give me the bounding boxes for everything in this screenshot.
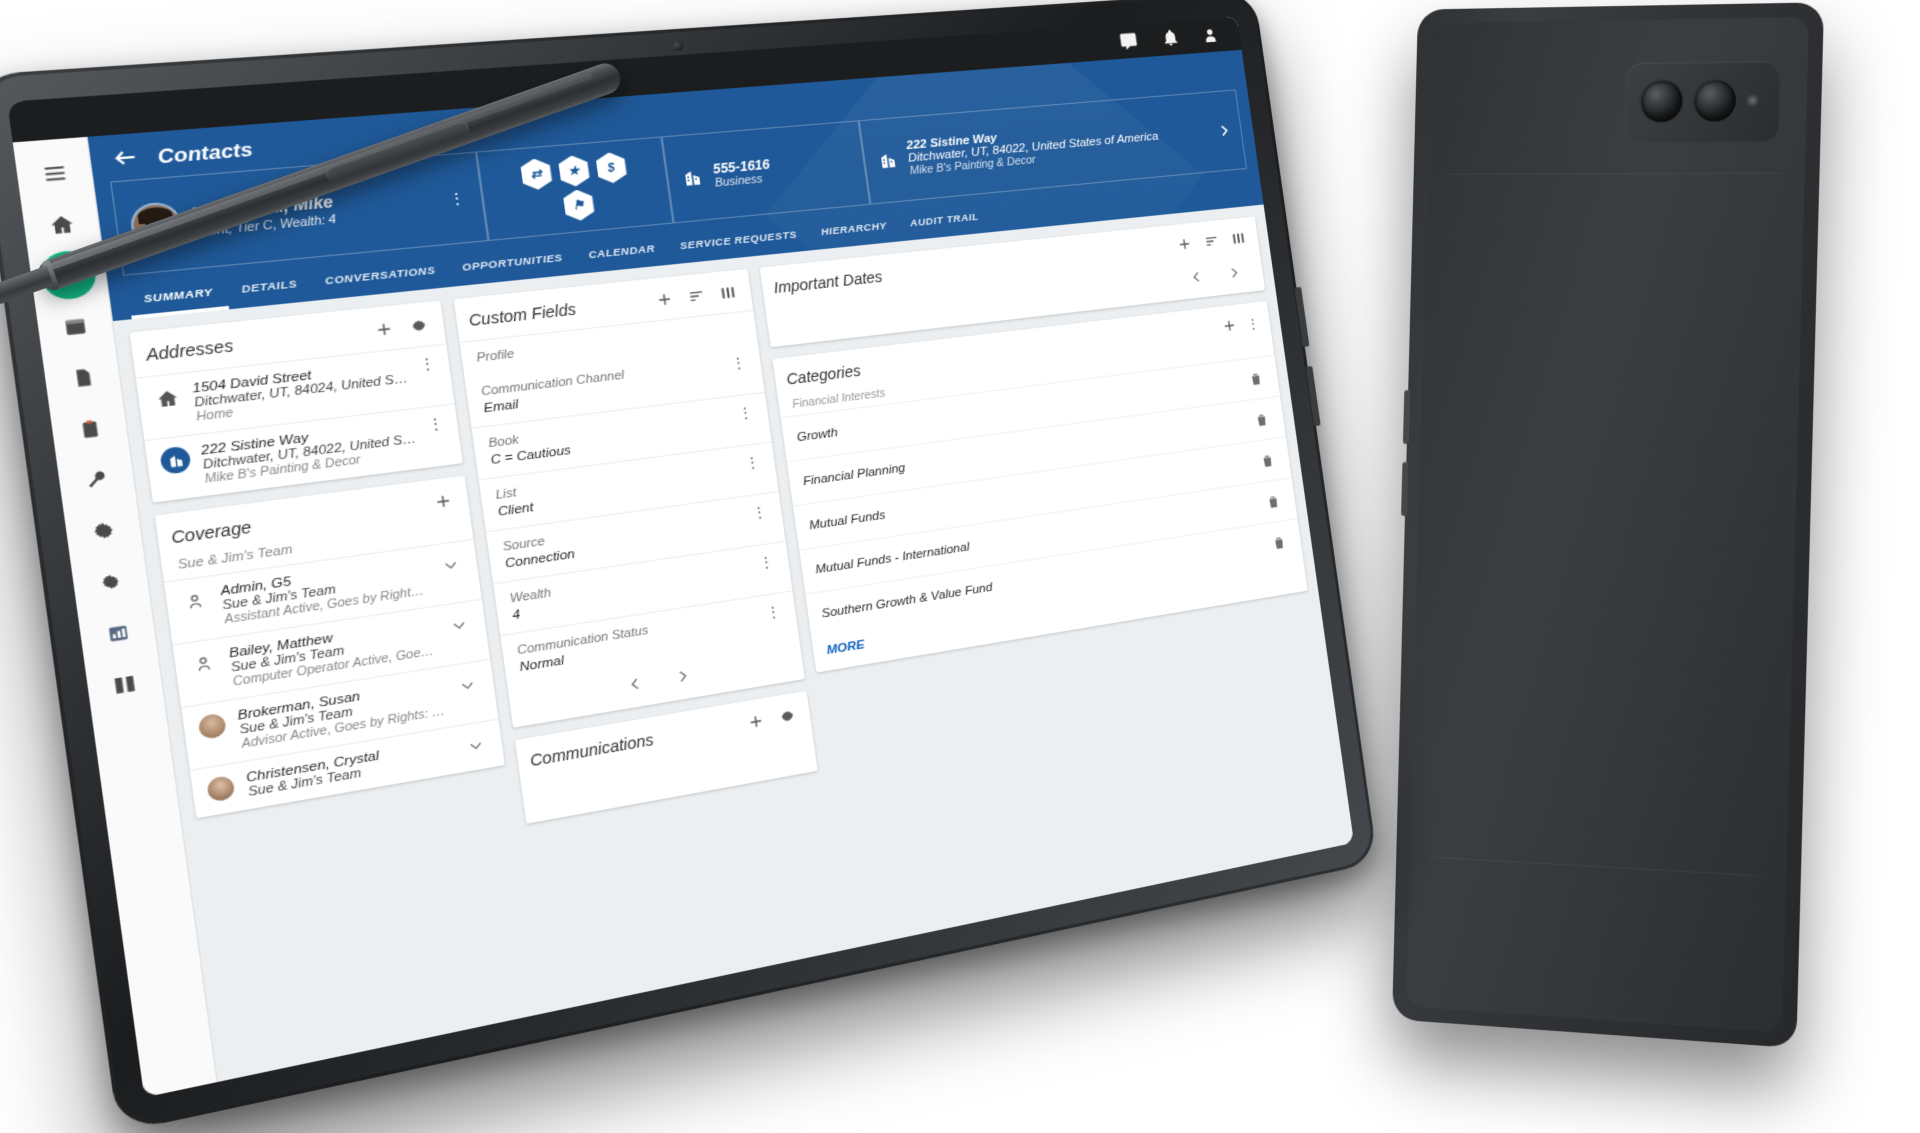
rear-tablet — [1392, 2, 1825, 1049]
hamburger-menu-icon[interactable] — [24, 147, 85, 199]
building-icon — [877, 150, 899, 171]
row-kebab-menu[interactable]: ⋮ — [737, 403, 755, 421]
chevron-down-icon[interactable] — [444, 611, 474, 640]
camera-lens-icon — [1640, 80, 1683, 123]
row-kebab-menu[interactable]: ⋮ — [744, 453, 762, 471]
row-kebab-menu[interactable]: ⋮ — [418, 354, 438, 373]
sort-icon[interactable] — [1201, 230, 1223, 252]
building-icon — [159, 445, 192, 475]
columns-icon[interactable] — [715, 281, 740, 305]
message-icon[interactable] — [1118, 31, 1139, 52]
book-icon[interactable] — [94, 656, 155, 712]
calendar-icon[interactable] — [45, 300, 106, 353]
gear-icon[interactable] — [405, 313, 433, 338]
tablet-screen: Contacts Buonarroti, Mike Client, Tier C… — [7, 16, 1354, 1098]
categories-kebab-menu[interactable]: ⋮ — [1246, 315, 1261, 332]
categories-card: Categories ⋮ Financial Interests Growth … — [772, 300, 1308, 673]
avatar-icon — [196, 711, 229, 742]
front-tablet: Contacts Buonarroti, Mike Client, Tier C… — [0, 0, 1378, 1133]
bell-icon[interactable] — [1160, 28, 1180, 47]
row-kebab-menu[interactable]: ⋮ — [751, 503, 769, 521]
rear-tablet-back-panel — [1406, 17, 1809, 1033]
gear-icon[interactable] — [775, 704, 800, 730]
chevron-left-icon[interactable] — [625, 674, 645, 697]
avatar — [131, 203, 182, 248]
home-icon — [151, 383, 184, 412]
exchange-badge[interactable]: ⇄ — [519, 157, 553, 191]
plus-icon[interactable] — [652, 287, 678, 311]
chevron-right-icon[interactable] — [1212, 119, 1236, 143]
custom-fields-card: Custom Fields Profile Communication Chan… — [453, 268, 805, 728]
avatar-icon — [205, 773, 238, 804]
columns-icon[interactable] — [1228, 227, 1250, 249]
plus-icon[interactable] — [429, 488, 457, 514]
person-icon — [179, 586, 212, 616]
coverage-card: Coverage Sue & Jim's Team Admin, G5 Sue … — [154, 475, 505, 819]
row-kebab-menu[interactable]: ⋮ — [765, 602, 783, 621]
chevron-down-icon[interactable] — [461, 731, 491, 761]
row-kebab-menu[interactable]: ⋮ — [730, 353, 748, 371]
clipboard-icon[interactable] — [59, 402, 120, 456]
user-icon[interactable] — [1201, 26, 1220, 44]
star-badge[interactable]: ★ — [557, 154, 591, 187]
chevron-down-icon[interactable] — [436, 551, 466, 580]
dashboard-column-right: Important Dates Categories ⋮ Financial I… — [759, 216, 1342, 935]
badges-card: ⇄ ★ $ ⚑ — [476, 136, 674, 242]
camera-flash-icon — [1746, 94, 1759, 107]
trash-icon[interactable] — [1267, 530, 1291, 555]
trash-icon[interactable] — [1249, 407, 1273, 432]
volume-button[interactable] — [1402, 389, 1411, 445]
app-body: Contacts Buonarroti, Mike Client, Tier C… — [12, 49, 1354, 1098]
flag-badge[interactable]: ⚑ — [562, 188, 596, 222]
trash-icon[interactable] — [1261, 489, 1285, 514]
plus-icon[interactable] — [743, 709, 769, 735]
gear-icon[interactable] — [73, 503, 134, 558]
gear-small-icon[interactable] — [80, 554, 141, 609]
main-content: Contacts Buonarroti, Mike Client, Tier C… — [87, 49, 1354, 1082]
trash-icon[interactable] — [1243, 366, 1267, 391]
dollar-badge[interactable]: $ — [594, 151, 627, 184]
antenna-seam — [1431, 856, 1763, 877]
plus-icon[interactable] — [370, 317, 398, 342]
row-kebab-menu[interactable]: ⋮ — [426, 414, 446, 433]
row-kebab-menu[interactable]: ⋮ — [758, 552, 776, 571]
addresses-card: Addresses 1504 David Street Ditchwater, … — [129, 300, 463, 503]
crm-application: Contacts Buonarroti, Mike Client, Tier C… — [7, 16, 1354, 1098]
plus-icon[interactable] — [1218, 315, 1240, 337]
contact-kebab-menu[interactable]: ⋮ — [447, 188, 468, 209]
scene: Contacts Buonarroti, Mike Client, Tier C… — [0, 0, 1920, 1133]
building-icon — [681, 167, 704, 188]
antenna-seam — [1449, 172, 1782, 175]
dashboard: Addresses 1504 David Street Ditchwater, … — [113, 204, 1354, 1082]
page-title: Contacts — [156, 137, 254, 168]
chevron-left-icon[interactable] — [1188, 269, 1205, 289]
camera-lens-icon — [1694, 80, 1737, 122]
wrench-icon[interactable] — [66, 453, 127, 507]
plus-icon[interactable] — [1173, 233, 1195, 255]
home-icon[interactable] — [31, 198, 92, 250]
chevron-right-icon[interactable] — [673, 667, 693, 690]
power-button[interactable] — [1401, 461, 1409, 517]
sidebar-item-contacts[interactable] — [37, 248, 99, 302]
person-icon — [187, 649, 220, 679]
sort-icon[interactable] — [684, 284, 710, 308]
chart-icon[interactable] — [87, 605, 148, 660]
chevron-down-icon[interactable] — [452, 671, 482, 700]
back-arrow-icon[interactable] — [111, 145, 141, 174]
document-icon[interactable] — [52, 351, 113, 404]
camera-island — [1624, 60, 1781, 143]
phone-card[interactable]: 555-1616 Business — [661, 120, 871, 224]
trash-icon[interactable] — [1255, 448, 1279, 473]
chevron-right-icon[interactable] — [1226, 265, 1243, 285]
